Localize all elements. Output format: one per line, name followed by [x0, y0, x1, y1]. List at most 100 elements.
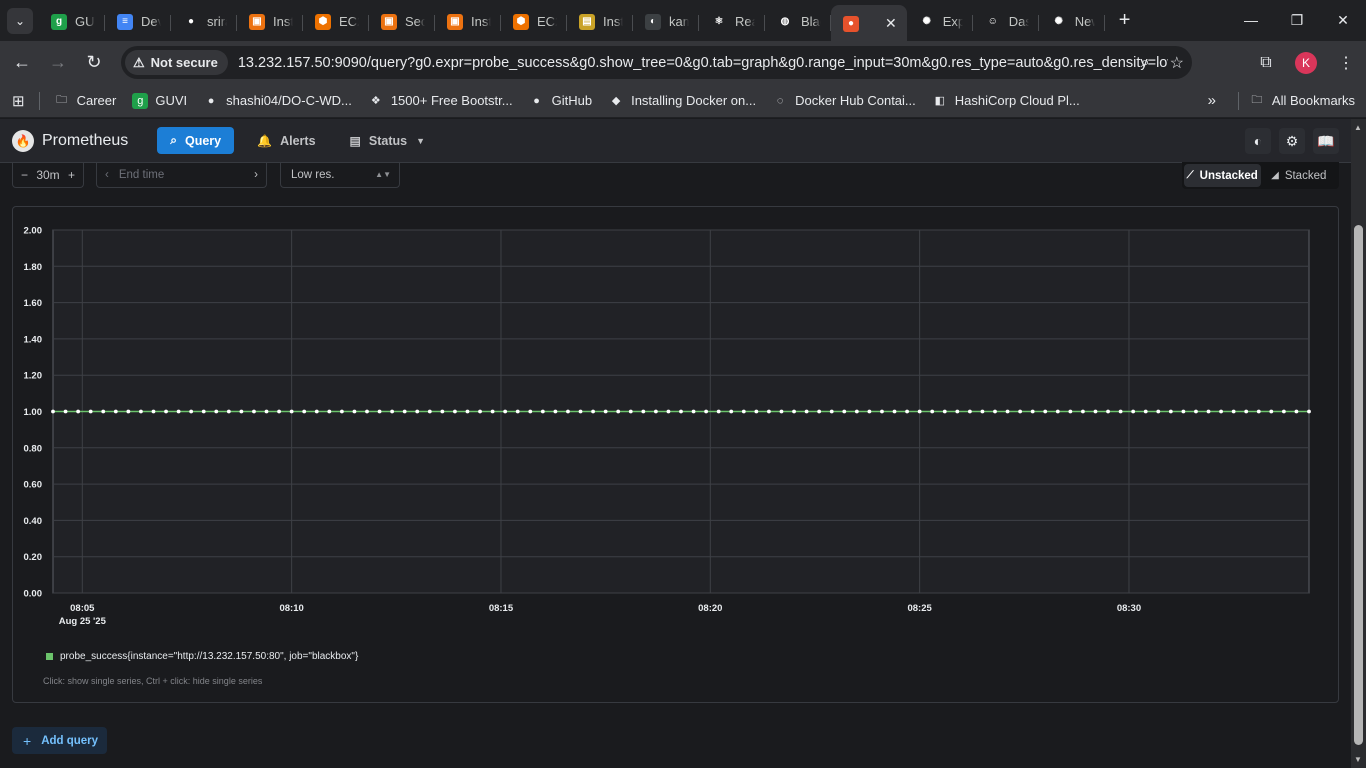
browser-tab[interactable]: ● sriram — [171, 6, 237, 38]
close-tab-icon[interactable]: ✕ — [885, 15, 897, 32]
data-point — [289, 409, 294, 414]
url-text[interactable]: 13.232.157.50:9090/query?g0.expr=probe_s… — [238, 55, 1168, 71]
bookmark-item[interactable]: ❖ 1500+ Free Bootstr... — [368, 93, 513, 109]
browser-tab[interactable]: ⬢ EC2 — [303, 6, 369, 38]
tab-title: Instances — [273, 14, 293, 29]
y-tick-label: 0.00 — [24, 589, 43, 600]
restore-icon[interactable]: ❐ — [1274, 0, 1320, 40]
nav-query-button[interactable]: ⌕ Query — [157, 127, 235, 154]
back-button[interactable]: ← — [4, 45, 40, 81]
data-point — [1307, 409, 1311, 414]
end-time-forward-icon[interactable]: › — [254, 169, 258, 181]
profile-avatar[interactable]: K — [1295, 51, 1317, 74]
prometheus-logo-icon: 🔥 — [12, 129, 34, 152]
data-point — [1256, 409, 1261, 414]
bookmark-item[interactable]: ◆ Installing Docker on... — [608, 93, 756, 109]
bookmark-star-icon[interactable]: ☆ — [1170, 53, 1184, 73]
data-point — [51, 409, 55, 414]
browser-tab[interactable]: ≡ DevOps — [105, 6, 171, 38]
data-point — [490, 409, 495, 414]
close-window-icon[interactable]: ✕ — [1320, 0, 1366, 40]
resolution-select[interactable]: Low res. ▲▼ — [280, 162, 400, 188]
data-point — [666, 409, 671, 414]
y-tick-label: 2.00 — [24, 226, 43, 237]
stacked-option[interactable]: ◢ Stacked — [1261, 164, 1338, 187]
data-point — [867, 409, 872, 414]
range-value[interactable]: 30m — [36, 168, 59, 182]
browser-tab[interactable]: ▣ Instances — [435, 6, 501, 38]
browser-tab[interactable]: ◐ kam — [633, 6, 699, 38]
range-decrease-button[interactable]: − — [21, 168, 28, 182]
address-bar[interactable]: ⚠ Not secure 13.232.157.50:9090/query?g0… — [121, 46, 1192, 79]
extensions-icon[interactable]: ⧉ — [1246, 54, 1286, 72]
nav-alerts-button[interactable]: 🔔 Alerts — [244, 127, 328, 154]
all-bookmarks-button[interactable]: 🗀 All Bookmarks — [1249, 93, 1355, 109]
bookmark-item[interactable]: ● shashi04/DO-C-WD... — [203, 93, 352, 109]
tab-title: Dashboard — [1008, 14, 1029, 29]
docs-book-icon[interactable]: 📖 — [1313, 128, 1339, 154]
tab-search-button[interactable]: ⌄ — [7, 7, 33, 34]
data-point — [63, 409, 68, 414]
browser-tab[interactable]: ✺ Explore — [907, 6, 973, 38]
legend-item[interactable]: probe_success{instance="http://13.232.15… — [46, 651, 358, 662]
browser-tab[interactable]: ▣ Instances — [237, 6, 303, 38]
tab-title: EC2 — [339, 14, 359, 29]
more-bookmarks-icon[interactable]: » — [1208, 92, 1216, 109]
browser-tab[interactable]: ● ✕ — [831, 5, 907, 42]
bookmark-item[interactable]: ◧ HashiCorp Cloud Pl... — [932, 93, 1080, 109]
data-point — [1093, 409, 1098, 414]
data-point — [767, 409, 771, 414]
nav-status-menu[interactable]: ▤ Status ▼ — [337, 127, 438, 154]
page-scrollbar[interactable]: ▲ ▼ — [1351, 119, 1366, 768]
data-point — [1118, 409, 1123, 414]
browser-tab[interactable]: ✺ New — [1039, 6, 1105, 38]
browser-menu-icon[interactable]: ⋮ — [1326, 53, 1366, 73]
scroll-up-icon[interactable]: ▲ — [1354, 123, 1362, 132]
add-query-button[interactable]: + Add query — [12, 727, 107, 754]
prometheus-logo[interactable]: 🔥 Prometheus — [12, 129, 128, 152]
theme-toggle-icon[interactable]: ◐ — [1245, 128, 1271, 154]
tab-title: Instances — [471, 14, 491, 29]
folder-icon: 🗀 — [56, 94, 68, 106]
data-point — [264, 409, 269, 414]
docs-icon: ≡ — [117, 13, 133, 30]
range-input[interactable]: − 30m + — [12, 162, 84, 188]
range-increase-button[interactable]: + — [68, 168, 75, 182]
settings-gear-icon[interactable]: ⚙ — [1279, 128, 1305, 154]
new-tab-button[interactable]: + — [1119, 9, 1131, 32]
bookmark-list: 🗀 Career g GUVI ● shashi04/DO-C-WD... ❖ 1500+ F… — [54, 92, 1096, 109]
browser-tab[interactable]: ☺ Dashboard — [973, 6, 1039, 38]
apps-grid-icon[interactable]: ⊞ — [12, 92, 25, 110]
zoom-search-icon[interactable]: ⌕ — [1141, 54, 1150, 72]
end-time-back-icon[interactable]: ‹ — [105, 169, 109, 181]
reload-button[interactable]: ↻ — [76, 45, 112, 81]
browser-tab[interactable]: ⚛ React — [699, 6, 765, 38]
browser-tab[interactable]: ⬢ EC2 — [501, 6, 567, 38]
bookmark-item[interactable]: ● GitHub — [529, 93, 592, 109]
probe-success-chart[interactable]: 0.00 0.20 0.40 0.60 0.80 1.00 1.20 1.40 1.60 1.80… — [13, 207, 1338, 637]
scroll-down-icon[interactable]: ▼ — [1354, 755, 1362, 764]
end-time-input[interactable]: ‹ End time › — [96, 162, 267, 188]
bookmark-label: GUVI — [155, 93, 188, 108]
bookmark-item[interactable]: 🗀 Career — [54, 93, 116, 109]
data-point — [139, 409, 143, 414]
browser-tab[interactable]: ▤ Instances — [567, 6, 633, 38]
browser-tab[interactable]: g GUVI — [39, 6, 105, 38]
data-point — [628, 409, 633, 414]
bookmark-item[interactable]: g GUVI — [132, 92, 188, 109]
y-tick-label: 0.40 — [24, 516, 43, 527]
scrollbar-thumb[interactable] — [1354, 225, 1363, 745]
site-info-chip[interactable]: ⚠ Not secure — [125, 50, 228, 75]
browser-tab[interactable]: ◍ Blackbox — [765, 6, 831, 38]
browser-toolbar: ← → ↻ ⚠ Not secure 13.232.157.50:9090/qu… — [0, 41, 1366, 84]
data-point — [917, 409, 922, 414]
data-point — [930, 409, 935, 414]
unstacked-option[interactable]: ⟋ Unstacked — [1184, 164, 1261, 187]
x-tick-date-label: Aug 25 '25 — [59, 616, 107, 627]
forward-button[interactable]: → — [40, 45, 76, 81]
browser-tab[interactable]: ▣ Security — [369, 6, 435, 38]
hashicorp-icon: ◧ — [934, 95, 945, 107]
minimize-icon[interactable]: — — [1228, 0, 1274, 40]
y-tick-label: 1.40 — [24, 334, 43, 345]
bookmark-item[interactable]: ◌ Docker Hub Contai... — [772, 93, 916, 109]
